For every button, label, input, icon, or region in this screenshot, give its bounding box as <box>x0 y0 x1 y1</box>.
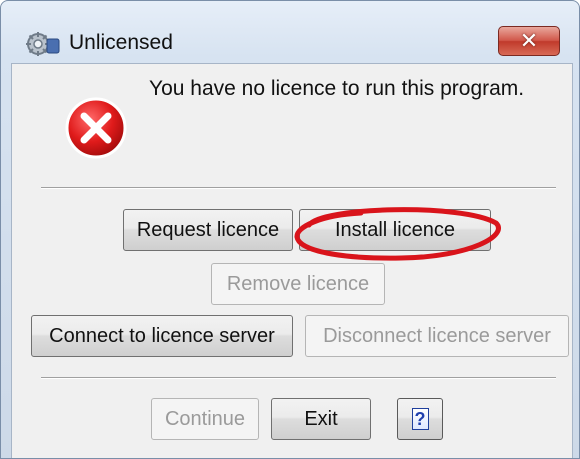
error-message: You have no licence to run this program. <box>149 77 525 100</box>
disconnect-server-button[interactable]: Disconnect licence server <box>305 315 569 357</box>
separator-bottom <box>41 377 556 379</box>
error-icon <box>65 97 127 159</box>
remove-licence-button[interactable]: Remove licence <box>211 263 385 305</box>
continue-button[interactable]: Continue <box>151 398 259 440</box>
close-icon: ✕ <box>519 28 539 53</box>
dialog-window: Unlicensed ✕ You have no licence to run … <box>0 0 580 459</box>
connect-server-button[interactable]: Connect to licence server <box>31 315 293 357</box>
install-licence-button[interactable]: Install licence <box>299 209 491 251</box>
separator-top <box>41 187 556 189</box>
gear-icon <box>26 32 60 56</box>
window-title: Unlicensed <box>69 31 173 54</box>
request-licence-button[interactable]: Request licence <box>123 209 293 251</box>
help-icon: ? <box>411 408 429 430</box>
exit-button[interactable]: Exit <box>271 398 371 440</box>
close-button[interactable]: ✕ <box>498 26 560 56</box>
help-button[interactable]: ? <box>397 398 443 440</box>
